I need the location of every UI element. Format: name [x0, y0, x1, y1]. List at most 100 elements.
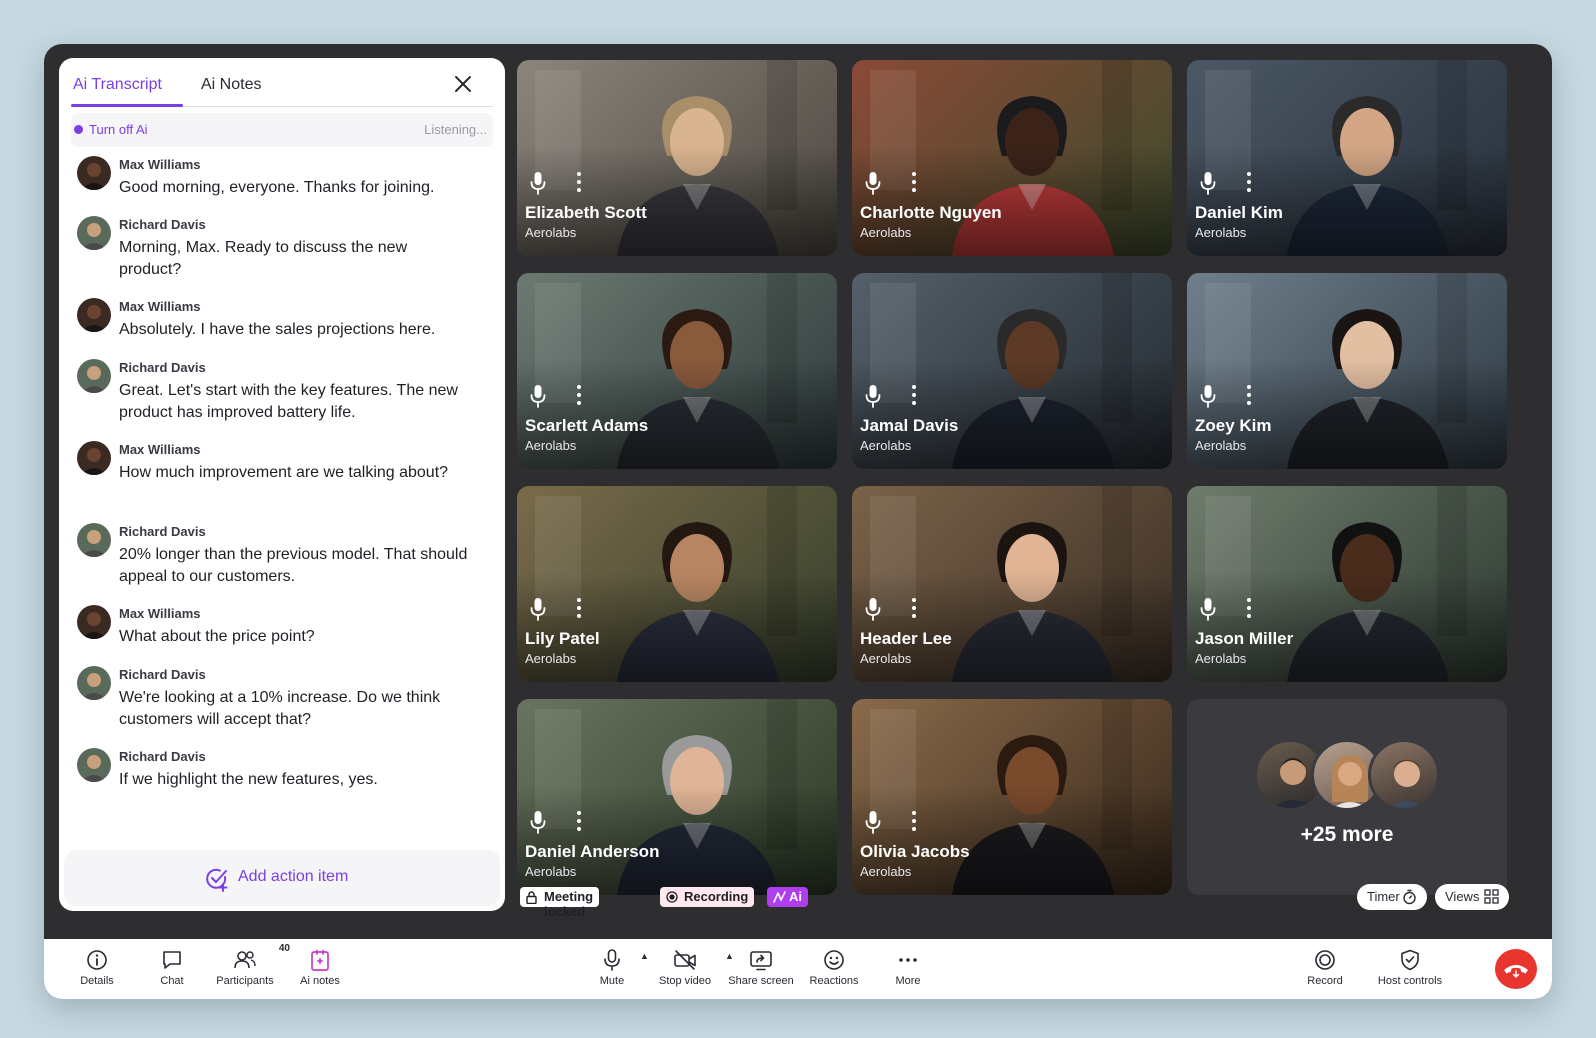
participant-video-tile[interactable]: Lily Patel Aerolabs: [517, 486, 837, 682]
microphone-icon[interactable]: [1200, 597, 1216, 621]
speaker-name: Max Williams: [119, 157, 201, 172]
participant-video-tile[interactable]: Olivia Jacobs Aerolabs: [852, 699, 1172, 895]
ai-spark-icon: [773, 891, 786, 903]
participant-organization: Aerolabs: [525, 651, 577, 666]
tab-ai-transcript[interactable]: Ai Transcript: [73, 76, 162, 94]
participant-video-tile[interactable]: Scarlett Adams Aerolabs: [517, 273, 837, 469]
speaker-avatar: [77, 216, 111, 250]
close-icon[interactable]: [451, 72, 475, 96]
lock-icon: [526, 891, 537, 904]
add-action-item-label: Add action item: [238, 868, 349, 885]
stopwatch-icon: [1403, 889, 1416, 905]
more-options-icon[interactable]: [575, 170, 583, 194]
ai-badge-label: Ai: [789, 889, 802, 904]
views-label: Views: [1445, 889, 1480, 904]
participant-video-tile[interactable]: Daniel Kim Aerolabs: [1187, 60, 1507, 256]
participant-organization: Aerolabs: [1195, 225, 1247, 240]
participant-name: Zoey Kim: [1195, 416, 1272, 435]
more-participants-label: +25 more: [1300, 823, 1394, 846]
microphone-icon[interactable]: [865, 810, 881, 834]
details-button[interactable]: Details: [78, 949, 116, 987]
microphone-icon[interactable]: [530, 384, 546, 408]
microphone-icon[interactable]: [865, 384, 881, 408]
more-options-icon[interactable]: [575, 383, 583, 407]
record-icon: [1315, 950, 1335, 970]
speaker-name: Richard Davis: [119, 217, 206, 232]
microphone-icon[interactable]: [1200, 171, 1216, 195]
mute-button[interactable]: Mute: [596, 949, 628, 987]
stop-video-label: Stop video: [659, 975, 711, 987]
more-options-icon[interactable]: [575, 809, 583, 833]
chat-bubble-icon: [163, 951, 181, 969]
participant-video-tile[interactable]: Charlotte Nguyen Aerolabs: [852, 60, 1172, 256]
more-options-icon[interactable]: [1245, 596, 1253, 620]
timer-button[interactable]: Timer: [1357, 884, 1427, 910]
add-action-item-button[interactable]: Add action item: [64, 850, 500, 906]
more-options-icon[interactable]: [910, 170, 918, 194]
microphone-icon[interactable]: [530, 810, 546, 834]
ellipsis-icon: [899, 958, 917, 962]
grid-view-icon: [1484, 889, 1499, 904]
turn-off-ai-link[interactable]: Turn off Ai: [89, 122, 148, 137]
more-options-icon[interactable]: [910, 809, 918, 833]
participant-organization: Aerolabs: [525, 438, 577, 453]
speaker-avatar: [77, 666, 111, 700]
more-options-icon[interactable]: [910, 383, 918, 407]
speaker-avatar: [77, 298, 111, 332]
participants-button[interactable]: 40 Participants: [214, 943, 290, 987]
meeting-window: Ai Transcript Ai Notes Turn off Ai Liste…: [44, 44, 1552, 999]
participant-video-tile[interactable]: Daniel Anderson Aerolabs: [517, 699, 837, 895]
participant-name: Lily Patel: [525, 629, 600, 648]
participant-video-tile[interactable]: Zoey Kim Aerolabs: [1187, 273, 1507, 469]
views-button[interactable]: Views: [1435, 884, 1509, 910]
reactions-label: Reactions: [809, 975, 859, 987]
microphone-icon: [604, 949, 620, 971]
more-options-icon[interactable]: [1245, 170, 1253, 194]
record-button[interactable]: Record: [1306, 949, 1344, 987]
microphone-icon[interactable]: [865, 597, 881, 621]
participant-video-tile[interactable]: Jamal Davis Aerolabs: [852, 273, 1172, 469]
microphone-icon[interactable]: [530, 171, 546, 195]
more-button[interactable]: More: [892, 949, 924, 987]
tab-ai-notes[interactable]: Ai Notes: [201, 76, 261, 94]
participant-video-tile[interactable]: Elizabeth Scott Aerolabs: [517, 60, 837, 256]
end-call-button[interactable]: [1495, 949, 1537, 989]
chat-button[interactable]: Chat: [154, 949, 190, 987]
participant-name: Scarlett Adams: [525, 416, 649, 435]
message-text: We're looking at a 10% increase. Do we t…: [119, 689, 441, 728]
meeting-locked-badge: Meeting locked: [520, 887, 600, 919]
participant-organization: Aerolabs: [860, 651, 912, 666]
speaker-name: Max Williams: [119, 299, 201, 314]
message-text: Morning, Max. Ready to discuss the new p…: [119, 239, 408, 278]
ai-notes-button[interactable]: Ai notes: [298, 949, 342, 987]
more-options-icon[interactable]: [1245, 383, 1253, 407]
reactions-button[interactable]: Reactions: [807, 949, 861, 987]
timer-label: Timer: [1367, 889, 1400, 904]
message-text: If we highlight the new features, yes.: [119, 771, 378, 788]
host-controls-button[interactable]: Host controls: [1374, 949, 1446, 987]
people-icon: [234, 951, 256, 969]
participant-name: Olivia Jacobs: [860, 842, 970, 861]
speaker-name: Richard Davis: [119, 749, 206, 764]
audio-options-caret-icon[interactable]: ▲: [640, 951, 649, 961]
speaker-name: Richard Davis: [119, 667, 206, 682]
more-participants-tile[interactable]: +25 more: [1187, 699, 1507, 895]
share-screen-icon: [750, 951, 772, 971]
meeting-locked-label: Meeting locked: [544, 889, 594, 919]
participant-name: Daniel Kim: [1195, 203, 1283, 222]
message-text: Great. Let's start with the key features…: [119, 382, 458, 421]
share-screen-button[interactable]: Share screen: [725, 949, 797, 987]
microphone-icon[interactable]: [865, 171, 881, 195]
microphone-icon[interactable]: [1200, 384, 1216, 408]
more-label: More: [895, 975, 921, 987]
record-label: Record: [1307, 975, 1343, 987]
microphone-icon[interactable]: [530, 597, 546, 621]
participant-video-tile[interactable]: Jason Miller Aerolabs: [1187, 486, 1507, 682]
speaker-avatar: [77, 523, 111, 557]
more-options-icon[interactable]: [575, 596, 583, 620]
stop-video-button[interactable]: Stop video: [656, 949, 714, 987]
active-tab-indicator: [71, 104, 183, 107]
more-options-icon[interactable]: [910, 596, 918, 620]
message-text: 20% longer than the previous model. That…: [119, 546, 468, 585]
participant-video-tile[interactable]: Header Lee Aerolabs: [852, 486, 1172, 682]
